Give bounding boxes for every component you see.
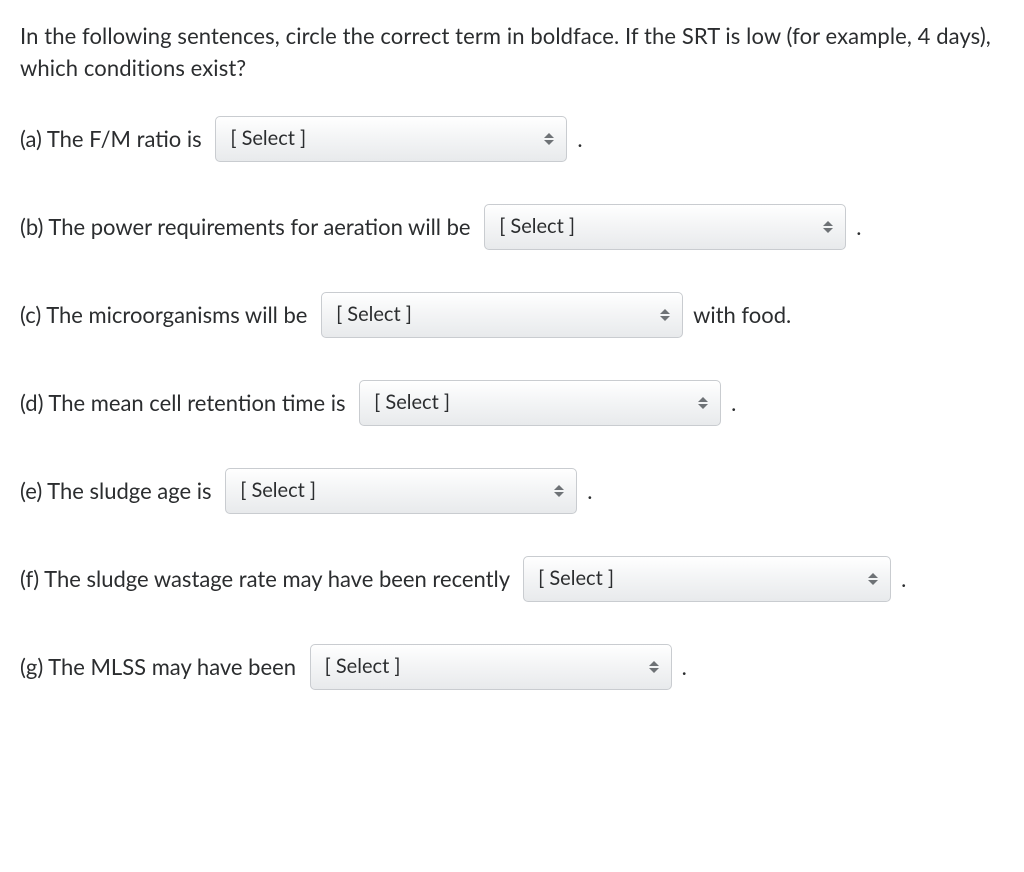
- chevron-updown-icon: [660, 309, 670, 321]
- question-f-before: (f) The sludge wastage rate may have bee…: [20, 563, 515, 595]
- question-c-before: (c) The microorganisms will be: [20, 299, 313, 331]
- select-c-label: [ Select ]: [336, 300, 412, 329]
- question-e: (e) The sludge age is [ Select ] .: [20, 468, 1004, 514]
- select-g-label: [ Select ]: [325, 652, 401, 681]
- question-g-after: .: [682, 651, 687, 683]
- select-e-label: [ Select ]: [240, 476, 316, 505]
- chevron-updown-icon: [649, 661, 659, 673]
- question-d: (d) The mean cell retention time is [ Se…: [20, 380, 1004, 426]
- question-intro: In the following sentences, circle the c…: [20, 20, 1004, 84]
- question-c-after: with food.: [693, 299, 791, 331]
- question-c: (c) The microorganisms will be [ Select …: [20, 292, 1004, 338]
- chevron-updown-icon: [554, 485, 564, 497]
- chevron-updown-icon: [698, 397, 708, 409]
- question-a-before: (a) The F/M ratio is: [20, 123, 207, 155]
- select-a-label: [ Select ]: [230, 124, 306, 153]
- question-a-after: .: [577, 123, 582, 155]
- question-b: (b) The power requirements for aeration …: [20, 204, 1004, 250]
- question-e-before: (e) The sludge age is: [20, 475, 217, 507]
- select-c[interactable]: [ Select ]: [321, 292, 683, 338]
- question-d-after: .: [731, 387, 736, 419]
- question-f: (f) The sludge wastage rate may have bee…: [20, 556, 1004, 602]
- question-d-before: (d) The mean cell retention time is: [20, 387, 351, 419]
- select-b[interactable]: [ Select ]: [484, 204, 846, 250]
- question-g-before: (g) The MLSS may have been: [20, 651, 302, 683]
- select-a[interactable]: [ Select ]: [215, 116, 567, 162]
- chevron-updown-icon: [868, 573, 878, 585]
- select-d-label: [ Select ]: [374, 388, 450, 417]
- chevron-updown-icon: [544, 133, 554, 145]
- question-e-after: .: [587, 475, 592, 507]
- select-g[interactable]: [ Select ]: [310, 644, 672, 690]
- select-f[interactable]: [ Select ]: [523, 556, 891, 602]
- question-b-before: (b) The power requirements for aeration …: [20, 211, 476, 243]
- select-e[interactable]: [ Select ]: [225, 468, 577, 514]
- question-a: (a) The F/M ratio is [ Select ] .: [20, 116, 1004, 162]
- select-f-label: [ Select ]: [538, 564, 614, 593]
- question-f-after: .: [901, 563, 906, 595]
- question-g: (g) The MLSS may have been [ Select ] .: [20, 644, 1004, 690]
- select-d[interactable]: [ Select ]: [359, 380, 721, 426]
- question-b-after: .: [856, 211, 861, 243]
- chevron-updown-icon: [823, 221, 833, 233]
- select-b-label: [ Select ]: [499, 212, 575, 241]
